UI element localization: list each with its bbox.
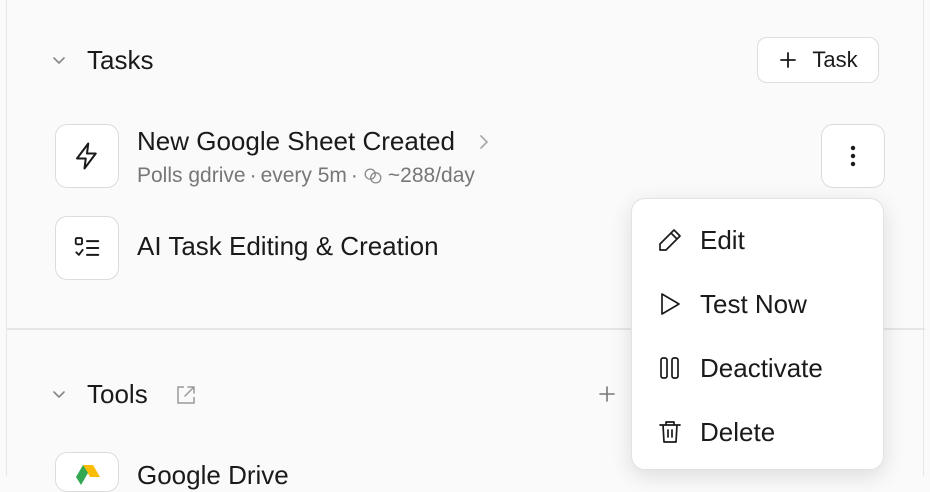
chevron-right-icon[interactable] — [477, 132, 491, 152]
lightning-icon — [76, 142, 97, 170]
menu-item-label: Delete — [700, 416, 776, 447]
external-link-icon[interactable] — [175, 384, 197, 406]
plus-icon[interactable] — [597, 384, 617, 404]
add-task-button[interactable]: Task — [757, 37, 879, 83]
task-icon-box — [55, 124, 119, 188]
google-drive-icon — [76, 465, 100, 485]
coins-icon — [364, 168, 382, 184]
chevron-down-icon[interactable] — [51, 386, 67, 402]
menu-item-test-now[interactable]: Test Now — [632, 275, 885, 333]
task-menu-button[interactable] — [821, 124, 885, 188]
task-title: AI Task Editing & Creation — [137, 231, 439, 261]
task-rate: ~288/day — [387, 164, 475, 187]
separator-dot: · — [350, 164, 358, 187]
task-interval: every 5m — [260, 164, 347, 187]
menu-item-delete[interactable]: Delete — [632, 403, 885, 461]
task-context-menu: Edit Test Now Deactivate Delete — [631, 198, 884, 470]
kebab-icon — [850, 145, 856, 167]
pencil-icon — [659, 229, 681, 251]
trash-icon — [659, 421, 681, 443]
menu-item-label: Edit — [700, 224, 745, 255]
checklist-icon — [74, 237, 100, 256]
tool-icon-box — [55, 452, 119, 492]
workflow-panel: Tasks Task New Google Sheet Created Poll… — [6, 0, 925, 492]
separator-dot: · — [249, 164, 257, 187]
task-title: New Google Sheet Created — [137, 126, 455, 156]
task-icon-box — [55, 216, 119, 280]
menu-item-label: Test Now — [700, 288, 807, 319]
play-icon — [661, 293, 680, 315]
add-task-label: Task — [812, 47, 858, 72]
task-row[interactable]: New Google Sheet Created Polls gdrive · … — [55, 124, 885, 190]
menu-item-label: Deactivate — [700, 352, 823, 383]
pause-icon — [660, 357, 679, 379]
chevron-down-icon[interactable] — [51, 52, 67, 68]
tasks-section-title: Tasks — [87, 45, 154, 75]
tools-section-title: Tools — [87, 379, 148, 409]
task-title-wrap: New Google Sheet Created — [137, 126, 491, 157]
menu-item-deactivate[interactable]: Deactivate — [632, 339, 885, 397]
task-source: Polls gdrive — [137, 164, 246, 187]
plus-icon — [780, 52, 797, 68]
menu-item-edit[interactable]: Edit — [632, 211, 885, 269]
task-subtitle: Polls gdrive · every 5m · ~288/day — [137, 164, 475, 188]
